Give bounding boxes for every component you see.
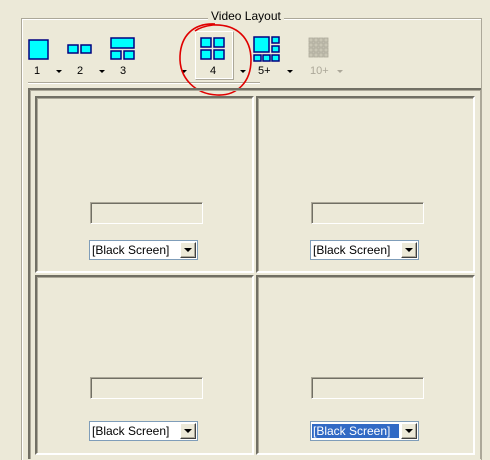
chevron-down-icon[interactable] bbox=[180, 242, 196, 258]
layout-1-label: 1 bbox=[34, 65, 41, 77]
chevron-down-icon[interactable] bbox=[180, 423, 196, 439]
cell-1-label-field bbox=[90, 202, 203, 224]
cell-3-label-field bbox=[90, 377, 203, 399]
cell-2-label-field bbox=[311, 202, 424, 224]
layout-5plus-label: 5+ bbox=[258, 65, 271, 77]
layout-1-button[interactable]: 1 bbox=[28, 30, 50, 80]
cell-4-source-value: [Black Screen] bbox=[312, 424, 399, 438]
cell-3-source-select[interactable]: [Black Screen] bbox=[89, 421, 198, 441]
video-cell-3[interactable]: [Black Screen] bbox=[35, 275, 254, 455]
cell-2-source-value: [Black Screen] bbox=[313, 243, 391, 257]
layout-5plus-button[interactable]: 5+ bbox=[253, 30, 281, 80]
video-cell-1[interactable]: [Black Screen] bbox=[35, 96, 254, 273]
video-cell-4[interactable]: [Black Screen] bbox=[256, 275, 475, 455]
layout-2-dropdown-arrow[interactable] bbox=[99, 70, 105, 73]
cell-4-label-field bbox=[311, 377, 424, 399]
layout-2-button[interactable]: 2 bbox=[67, 30, 93, 80]
chevron-down-icon[interactable] bbox=[401, 242, 417, 258]
three-screen-layout-icon bbox=[110, 37, 135, 60]
layout-3-label: 3 bbox=[120, 65, 127, 77]
five-plus-layout-icon bbox=[253, 36, 280, 62]
layout-2-label: 2 bbox=[77, 65, 84, 77]
layout-3-button[interactable]: 3 bbox=[110, 30, 136, 80]
cell-2-source-select[interactable]: [Black Screen] bbox=[310, 240, 419, 260]
layout-10plus-label: 10+ bbox=[310, 65, 329, 77]
layout-10plus-button: 10+ bbox=[306, 30, 332, 80]
video-cell-2[interactable]: [Black Screen] bbox=[256, 96, 475, 273]
layout-1-dropdown-arrow[interactable] bbox=[56, 70, 62, 73]
chevron-down-icon[interactable] bbox=[401, 423, 417, 439]
cell-1-source-select[interactable]: [Black Screen] bbox=[89, 240, 198, 260]
two-screen-layout-icon bbox=[67, 44, 92, 54]
cell-4-source-select[interactable]: [Black Screen] bbox=[310, 421, 419, 441]
cell-1-source-value: [Black Screen] bbox=[92, 243, 170, 257]
ten-plus-layout-icon bbox=[308, 37, 329, 58]
layout-10plus-dropdown-arrow bbox=[337, 70, 343, 73]
cell-3-source-value: [Black Screen] bbox=[92, 424, 170, 438]
layout-5plus-dropdown-arrow[interactable] bbox=[287, 70, 293, 73]
single-screen-layout-icon bbox=[28, 39, 49, 60]
